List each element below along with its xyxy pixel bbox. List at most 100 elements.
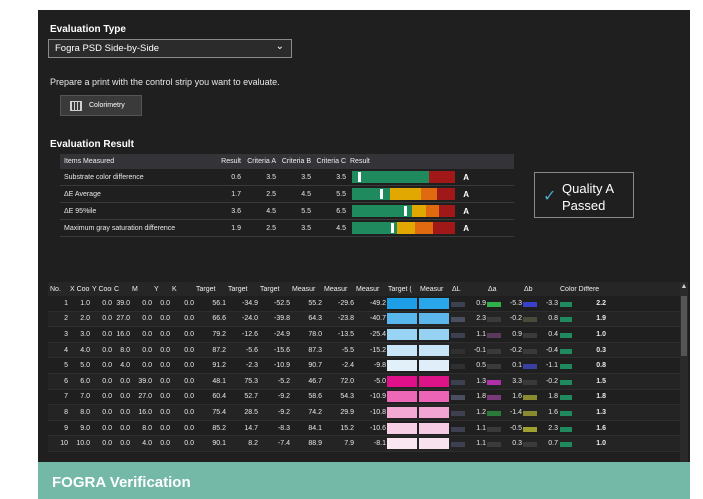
cell-m: 4.0	[142, 440, 152, 448]
column-header[interactable]: Measur	[322, 286, 354, 293]
cell-no: 5	[64, 362, 68, 370]
criteria-b-segment	[397, 222, 416, 234]
cell-no: 6	[64, 377, 68, 385]
table-row[interactable]: 3 3.0 0.0 16.0 0.0 0.0 0.0 79.2 -12.6 -24.9 78.0 -1…	[48, 327, 688, 343]
cell-no: 4	[64, 346, 68, 354]
cell-y: 0.0	[102, 362, 112, 370]
header-criteria-b: Criteria B	[281, 158, 311, 165]
cell-ta: 8.2	[248, 440, 258, 448]
fail-segment	[433, 222, 455, 234]
chevron-down-icon: ⌄	[275, 41, 284, 52]
measured-swatch	[418, 360, 450, 372]
scroll-thumb[interactable]	[681, 296, 687, 356]
table-row[interactable]: 10 10.0 0.0 0.0 4.0 0.0 0.0 90.1 8.2 -7.4 88.9 7.9 -…	[48, 436, 688, 452]
cell-x: 4.0	[80, 346, 90, 354]
column-header[interactable]: Δa	[486, 286, 522, 293]
cell-y: 0.0	[102, 346, 112, 354]
cell-tl: 90.1	[212, 440, 226, 448]
cell-yy: 0.0	[160, 330, 170, 338]
colorimetry-button[interactable]: Colorimetry	[60, 95, 142, 116]
colorimetry-label: Colorimetry	[89, 102, 125, 109]
column-header[interactable]: Measur	[418, 286, 450, 293]
evaluation-result-label: Evaluation Result	[50, 139, 134, 150]
delta-a: -1.4	[486, 409, 522, 416]
cell-no: 3	[64, 330, 68, 338]
target-swatch	[386, 391, 418, 403]
column-header[interactable]: ΔL	[450, 286, 486, 293]
delta-b: 0.8	[522, 315, 558, 323]
cell-c: 0.0	[120, 393, 130, 401]
header-items: Items Measured	[64, 158, 115, 165]
table-row[interactable]: 8 8.0 0.0 0.0 16.0 0.0 0.0 75.4 28.5 -9.2 74.2 29.9…	[48, 405, 688, 421]
cell-no: 9	[64, 424, 68, 432]
target-swatch	[386, 375, 418, 387]
cell-ma: 7.9	[344, 440, 354, 448]
cell-c: 0.0	[120, 424, 130, 432]
cell-ml: 88.9	[308, 440, 322, 448]
table-row[interactable]: 5 5.0 0.0 4.0 0.0 0.0 0.0 91.2 -2.3 -10.9 90.7 -2.4…	[48, 358, 688, 374]
cell-x: 10.0	[76, 440, 90, 448]
measured-swatch	[418, 328, 450, 340]
column-header[interactable]: Target	[258, 286, 290, 293]
column-header[interactable]: Measur	[290, 286, 322, 293]
column-header[interactable]: M	[130, 286, 152, 293]
header-criteria-c: Criteria C	[316, 158, 346, 165]
cell-x: 3.0	[80, 330, 90, 338]
delta-l: -0.1	[450, 347, 486, 354]
column-header[interactable]: Target (	[386, 286, 418, 293]
delta-a: -0.2	[486, 347, 522, 354]
cell-c: 8.0	[120, 346, 130, 354]
column-header[interactable]: K	[170, 286, 194, 293]
column-header[interactable]: Y	[152, 286, 170, 293]
column-header[interactable]: Measur	[354, 286, 386, 293]
cell-ma: 72.0	[340, 377, 354, 385]
column-header[interactable]: No.	[48, 286, 68, 293]
cell-k: 0.0	[184, 424, 194, 432]
cell-ml: 84.1	[308, 424, 322, 432]
grid-icon	[70, 101, 82, 111]
cell-ma: 15.2	[340, 424, 354, 432]
table-row[interactable]: 1 1.0 0.0 39.0 0.0 0.0 0.0 56.1 -34.9 -52.5 55.2 -2…	[48, 296, 688, 312]
result-grade: A	[463, 206, 469, 216]
quality-grade: Quality A	[562, 181, 615, 196]
cell-ml: 64.3	[308, 315, 322, 323]
criteria-c-value: 6.5	[336, 207, 346, 215]
evaluation-type-label: Evaluation Type	[50, 24, 126, 35]
column-header[interactable]: Target	[194, 286, 226, 293]
target-swatch	[386, 360, 418, 372]
column-header[interactable]: Target	[226, 286, 258, 293]
column-header[interactable]: Δb	[522, 286, 558, 293]
fail-segment	[436, 188, 455, 200]
criteria-c-value: 3.5	[336, 173, 346, 181]
cell-m: 27.0	[138, 393, 152, 401]
header-criteria-a: Criteria A	[247, 158, 276, 165]
column-header[interactable]: Color Differe	[558, 286, 606, 293]
result-level-bar	[352, 205, 455, 217]
cell-yy: 0.0	[160, 424, 170, 432]
table-row[interactable]: 4 4.0 0.0 8.0 0.0 0.0 0.0 87.2 -5.6 -15.6 87.3 -5.5…	[48, 342, 688, 359]
cell-m: 16.0	[138, 408, 152, 416]
table-row[interactable]: 6 6.0 0.0 0.0 39.0 0.0 0.0 48.1 75.3 -5.2 46.7 72.0…	[48, 373, 688, 390]
delta-b: 0.4	[522, 331, 558, 338]
cell-k: 0.0	[184, 299, 194, 307]
cell-x: 7.0	[80, 393, 90, 401]
measurement-scrollbar[interactable]: ▲	[680, 282, 688, 462]
delta-a: 3.3	[486, 378, 522, 385]
table-row[interactable]: 9 9.0 0.0 0.0 8.0 0.0 0.0 85.2 14.7 -8.3 84.1 15.2 -…	[48, 421, 688, 437]
criteria-a-segment	[352, 171, 429, 183]
cell-ml: 78.0	[308, 330, 322, 338]
cell-x: 8.0	[80, 408, 90, 416]
column-header[interactable]: X Coor	[68, 286, 90, 293]
cell-tl: 75.4	[212, 408, 226, 416]
table-row[interactable]: 7 7.0 0.0 0.0 27.0 0.0 0.0 60.4 52.7 -9.2 58.6 54.3…	[48, 390, 688, 406]
target-swatch	[386, 422, 418, 434]
column-header[interactable]: Y Coor	[90, 286, 112, 293]
evaluation-result-table: Items Measured Result Criteria A Criteri…	[60, 154, 514, 237]
cell-y: 0.0	[102, 424, 112, 432]
table-row[interactable]: 2 2.0 0.0 27.0 0.0 0.0 0.0 66.6 -24.0 -39.8 64.3 -2…	[48, 311, 688, 328]
scroll-up-icon[interactable]: ▲	[680, 283, 688, 290]
evaluation-type-dropdown[interactable]: Fogra PSD Side-by-Side ⌄	[48, 39, 292, 58]
cell-ma: -2.4	[341, 362, 354, 370]
column-header[interactable]: C	[112, 286, 130, 293]
cell-k: 0.0	[184, 346, 194, 354]
